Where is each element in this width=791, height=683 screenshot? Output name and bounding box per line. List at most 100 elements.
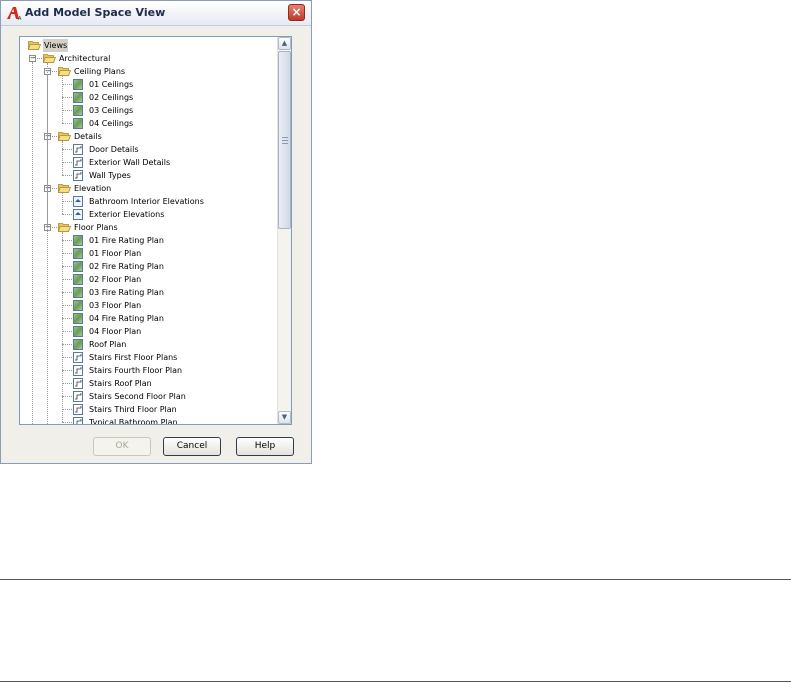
folder-open-icon [42,53,57,63]
ok-button[interactable]: OK [93,437,151,456]
plan-view-icon [73,339,83,350]
elevation-view-icon [73,209,83,220]
tree-folder-node[interactable]: Details [57,130,103,143]
tree-node-label: 03 Ceilings [89,106,134,115]
tree-connector [62,175,72,176]
tree-connector [62,396,72,397]
tree-view-node[interactable]: Stairs Third Floor Plan [73,403,178,416]
tree-node-label: 04 Ceilings [89,119,134,128]
tree-node-label: Stairs Roof Plan [89,379,152,388]
plan-view-icon [73,313,83,324]
tree-view-node[interactable]: Wall Types [73,169,132,182]
tree-connector [62,292,72,293]
folder-open-icon [57,131,72,141]
tree-view-node[interactable]: Roof Plan [73,338,127,351]
tree-node-label: Typical Bathroom Plan [89,418,178,425]
tree-view-node[interactable]: Exterior Elevations [73,208,165,221]
elevation-view-icon [73,196,83,207]
tree-connector [62,383,72,384]
tree-node-label: Stairs First Floor Plans [89,353,178,362]
tree-connector [62,344,72,345]
tree-view-node[interactable]: 04 Ceilings [73,117,134,130]
tree-view-node[interactable]: Exterior Wall Details [73,156,171,169]
tree-connector [62,370,72,371]
tree-view-node[interactable]: Bathroom Interior Elevations [73,195,205,208]
tree-view-node[interactable]: Stairs First Floor Plans [73,351,178,364]
detail-view-icon [73,144,83,155]
tree-connector [62,279,72,280]
tree-node-label: 01 Ceilings [89,80,134,89]
autocad-app-icon: A [7,7,22,21]
vertical-scrollbar[interactable]: ▲ ▼ [277,37,291,424]
tree-connector [62,214,72,215]
scroll-up-button[interactable]: ▲ [278,37,291,50]
tree-view-node[interactable]: 01 Ceilings [73,78,134,91]
tree-view-node[interactable]: Typical Bathroom Plan [73,416,179,425]
tree-view-node[interactable]: 03 Ceilings [73,104,134,117]
plan-view-icon [73,326,83,337]
detail-view-icon [73,417,83,424]
tree-node-label: Floor Plans [74,223,118,232]
tree-connector [62,409,72,410]
close-button[interactable]: × [288,4,305,21]
tree-folder-node[interactable]: Floor Plans [57,221,119,234]
tree-view-node[interactable]: Stairs Second Floor Plan [73,390,187,403]
views-tree-panel[interactable]: Views − Architectural − Ceiling Plans 01 Ceil… [19,36,292,425]
folder-open-icon [57,183,72,193]
tree-view-node[interactable]: Stairs Roof Plan [73,377,153,390]
scroll-down-button[interactable]: ▼ [278,411,291,424]
tree-node-label: 02 Fire Rating Plan [89,262,164,271]
collapse-toggle[interactable]: − [29,55,36,62]
tree-connector [62,162,72,163]
plan-view-icon [73,300,83,311]
tree-view-node[interactable]: 04 Floor Plan [73,325,142,338]
views-tree[interactable]: Views − Architectural − Ceiling Plans 01 Ceil… [20,37,280,424]
detail-view-icon [73,391,83,402]
tree-folder-node[interactable]: Ceiling Plans [57,65,126,78]
tree-node-label: 04 Floor Plan [89,327,142,336]
tree-node-label: Bathroom Interior Elevations [89,197,204,206]
tree-view-node[interactable]: 01 Fire Rating Plan [73,234,165,247]
tree-view-node[interactable]: 03 Floor Plan [73,299,142,312]
help-button[interactable]: Help [236,437,294,456]
thumb-grip [282,140,288,141]
tree-view-node[interactable]: 02 Ceilings [73,91,134,104]
detail-view-icon [73,404,83,415]
tree-node-label: 02 Floor Plan [89,275,142,284]
tree-view-node[interactable]: 04 Fire Rating Plan [73,312,165,325]
tree-view-node[interactable]: Door Details [73,143,140,156]
tree-connector [62,97,72,98]
thumb-grip [282,143,288,144]
tree-connector [62,253,72,254]
plan-view-icon [73,92,83,103]
tree-connector [62,318,72,319]
tree-view-node[interactable]: 03 Fire Rating Plan [73,286,165,299]
tree-folder-node[interactable]: Architectural [42,52,111,65]
dialog-client-area: Views − Architectural − Ceiling Plans 01 Ceil… [1,26,311,463]
add-model-space-view-dialog: A Add Model Space View × Views − Architect… [0,0,312,464]
title-bar[interactable]: A Add Model Space View × [1,1,311,26]
tree-node-label: Views [43,39,69,52]
tree-view-node[interactable]: 02 Fire Rating Plan [73,260,165,273]
plan-view-icon [73,261,83,272]
tree-node-label: Stairs Third Floor Plan [89,405,177,414]
plan-view-icon [73,235,83,246]
horizontal-rule-bottom [0,681,791,682]
tree-view-node[interactable]: Stairs Fourth Floor Plan [73,364,183,377]
tree-guide-line [62,193,63,214]
detail-view-icon [73,157,83,168]
tree-node-label: Exterior Elevations [89,210,165,219]
tree-node-label: Exterior Wall Details [89,158,171,167]
tree-node-label: 03 Floor Plan [89,301,142,310]
tree-connector [62,266,72,267]
scroll-thumb[interactable] [278,51,291,229]
tree-folder-node[interactable]: Elevation [57,182,112,195]
tree-guide-line [62,141,63,175]
tree-node-label: Stairs Second Floor Plan [89,392,186,401]
tree-folder-node[interactable]: Views [27,39,69,52]
tree-view-node[interactable]: 01 Floor Plan [73,247,142,260]
tree-guide-line [62,76,63,123]
tree-connector [62,84,72,85]
cancel-button[interactable]: Cancel [163,437,221,456]
tree-view-node[interactable]: 02 Floor Plan [73,273,142,286]
